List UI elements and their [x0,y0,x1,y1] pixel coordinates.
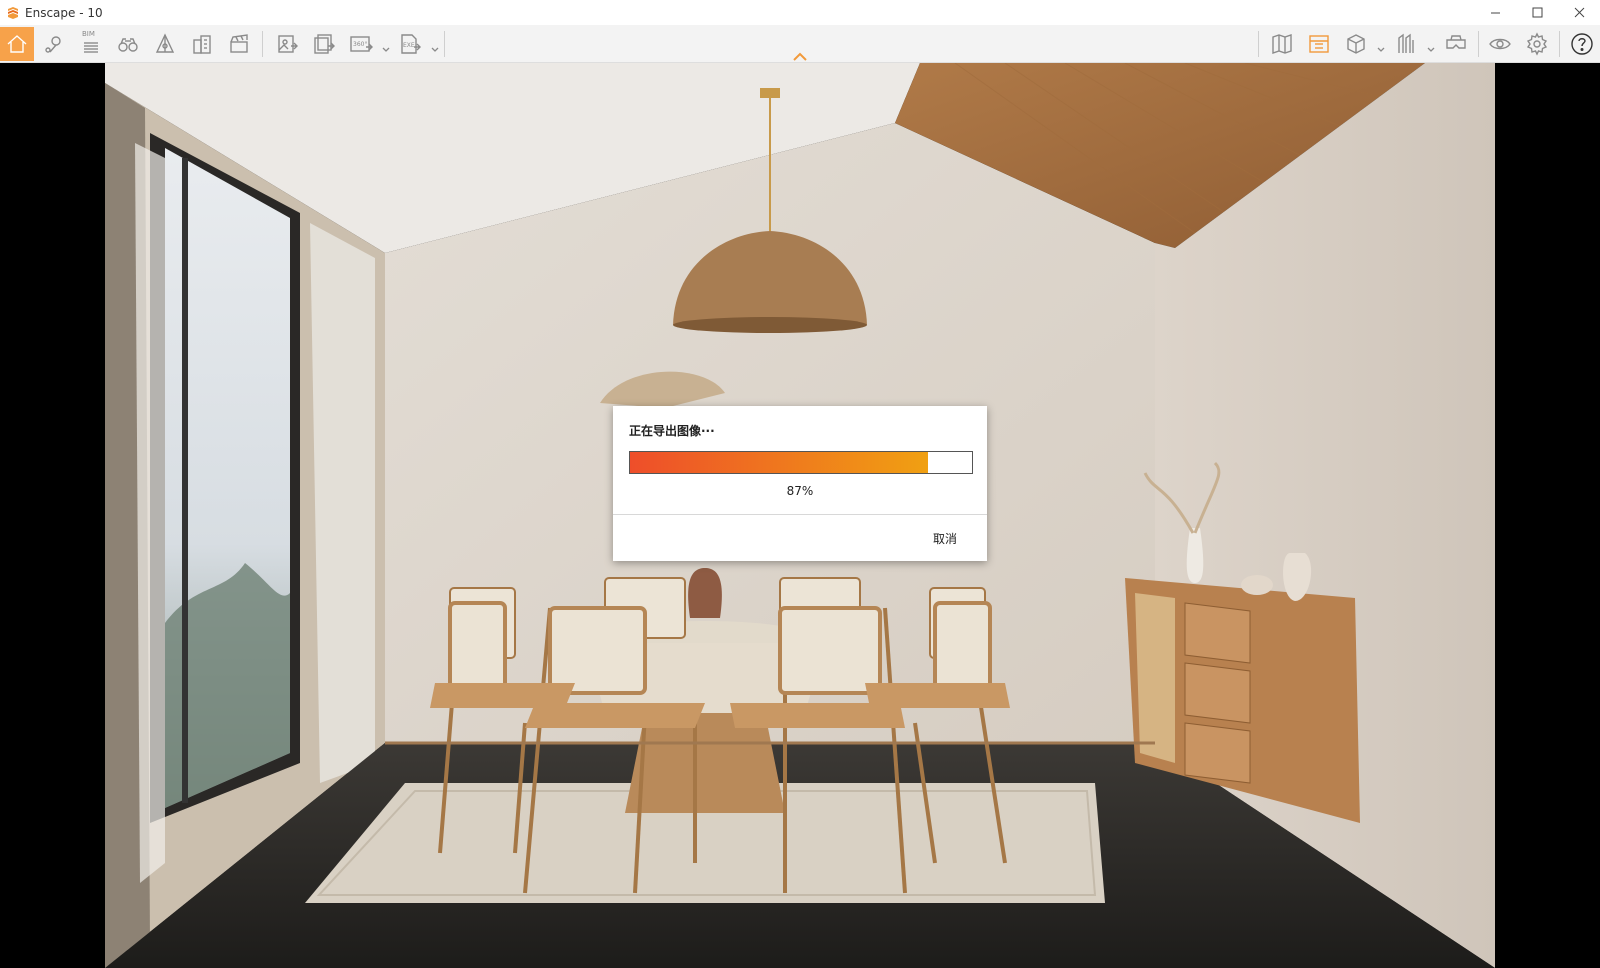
clapperboard-icon [230,34,248,53]
panorama-label: 360° [353,41,367,48]
window-title: Enscape - 10 [25,5,103,20]
buildings-button[interactable] [185,27,219,61]
collapse-toolbar-button[interactable] [792,47,808,61]
exe-dropdown-caret[interactable] [431,39,439,52]
exe-export-button[interactable]: EXE [393,27,427,61]
enscape-window: Enscape - 10 BIM 360° EXE 正在导出图像··· 87% … [0,0,1600,968]
chevron-down-icon [431,47,439,52]
panorama-dropdown-caret[interactable] [382,39,390,52]
chevron-down-icon [1427,47,1435,52]
vr-headset-icon [1446,35,1466,49]
asset-library-icon [1309,35,1329,53]
minimize-button[interactable] [1474,0,1516,25]
render-viewport[interactable]: 正在导出图像··· 87% 取消 [0,63,1600,968]
render-export-button[interactable] [270,27,304,61]
render-export-icon [278,35,298,53]
panorama-360-button[interactable]: 360° [344,27,378,61]
panorama-360-icon: 360° [350,36,373,52]
site-context-button[interactable] [1389,27,1423,61]
batch-render-button[interactable] [307,27,341,61]
enscape-logo-icon [8,6,18,19]
site-context-dropdown-caret[interactable] [1427,39,1435,52]
chevron-down-icon [382,47,390,52]
maximize-button[interactable] [1516,0,1558,25]
progress-bar [629,451,973,474]
binoculars-icon [118,38,138,52]
chevron-down-icon [1377,47,1385,52]
progress-percent: 87% [786,484,814,498]
asset-library-button[interactable] [1302,27,1336,61]
location-pin-icon [45,36,61,53]
minimize-icon [1490,12,1500,14]
home-button[interactable] [0,27,34,61]
toolbar-separator [444,31,445,57]
progress-bar-fill [630,452,928,473]
vr-headset-button[interactable] [1439,27,1473,61]
help-icon [1571,33,1593,55]
location-button[interactable] [37,27,71,61]
close-icon [1574,7,1584,18]
maximize-icon [1532,7,1542,18]
toolbar-separator [1258,31,1259,57]
home-icon [7,35,27,53]
close-button[interactable] [1558,0,1600,25]
visibility-eye-icon [1489,38,1511,50]
settings-gear-icon [1526,32,1548,56]
cube-icon [1347,34,1365,54]
visibility-button[interactable] [1483,27,1517,61]
main-toolbar: BIM 360° EXE [0,25,1600,63]
dialog-divider [613,514,987,515]
map-icon [1272,34,1292,54]
exe-label: EXE [403,42,415,49]
material-dropdown-caret[interactable] [1377,39,1385,52]
binoculars-button[interactable] [111,27,145,61]
bim-info-button[interactable] [74,27,108,61]
help-button[interactable] [1565,27,1599,61]
settings-button[interactable] [1520,27,1554,61]
site-context-icon [1398,33,1414,53]
buildings-icon [193,35,211,54]
perspective-button[interactable] [148,27,182,61]
batch-render-icon [314,34,335,54]
toolbar-separator [1478,31,1479,57]
window-controls [1474,0,1600,25]
cancel-button[interactable]: 取消 [933,530,957,547]
perspective-icon [155,33,175,53]
chevron-up-icon [793,52,807,61]
toolbar-separator [1559,31,1560,57]
material-editor-button[interactable] [1339,27,1373,61]
video-editor-button[interactable] [222,27,256,61]
exe-export-icon: EXE [401,34,421,54]
toolbar-separator [262,31,263,57]
map-button[interactable] [1265,27,1299,61]
dialog-title: 正在导出图像··· [629,424,715,438]
export-progress-dialog: 正在导出图像··· 87% 取消 [613,406,987,561]
bim-info-icon [84,42,98,53]
title-bar: Enscape - 10 [0,0,1600,25]
